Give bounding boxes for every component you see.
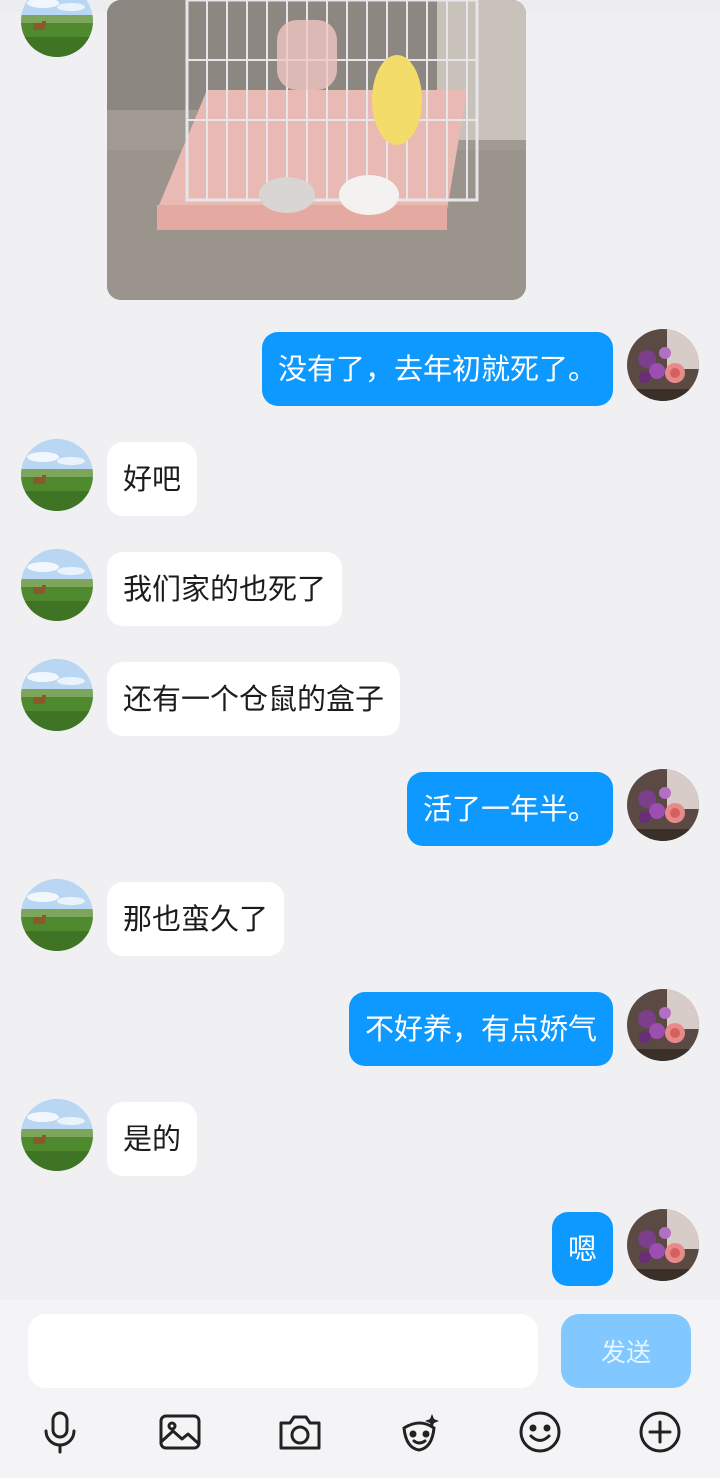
chat-area[interactable]: 没有了，去年初就死了。 好吧 我们家的也死了 还有一个仓鼠的盒子 活了一年半。 (0, 0, 720, 1300)
my-avatar[interactable] (627, 1209, 699, 1281)
contact-avatar[interactable] (21, 439, 93, 511)
message-bubble[interactable]: 活了一年半。 (406, 772, 613, 846)
contact-avatar[interactable] (21, 0, 93, 57)
contact-avatar[interactable] (21, 549, 93, 621)
send-button[interactable]: 发送 (561, 1314, 691, 1388)
contact-avatar[interactable] (21, 659, 93, 731)
contact-avatar[interactable] (21, 1099, 93, 1171)
camera-icon[interactable] (276, 1408, 324, 1456)
composer-bar: 发送 (0, 1300, 720, 1478)
my-avatar[interactable] (627, 769, 699, 841)
message-bubble[interactable]: 不好养，有点娇气 (348, 992, 613, 1066)
message-bubble[interactable]: 没有了，去年初就死了。 (261, 332, 613, 406)
message-input[interactable] (28, 1314, 538, 1388)
emoji-icon[interactable] (516, 1408, 564, 1456)
message-bubble[interactable]: 还有一个仓鼠的盒子 (107, 662, 401, 736)
plus-icon[interactable] (636, 1408, 684, 1456)
my-avatar[interactable] (627, 329, 699, 401)
message-bubble[interactable]: 好吧 (107, 442, 198, 516)
message-bubble[interactable]: 我们家的也死了 (107, 552, 343, 626)
message-bubble[interactable]: 那也蛮久了 (107, 882, 285, 956)
hamster-cage-photo[interactable] (107, 0, 526, 300)
image-icon[interactable] (156, 1408, 204, 1456)
contact-avatar[interactable] (21, 879, 93, 951)
message-bubble[interactable]: 是的 (107, 1102, 198, 1176)
microphone-icon[interactable] (36, 1408, 84, 1456)
message-bubble[interactable]: 嗯 (551, 1212, 613, 1286)
my-avatar[interactable] (627, 989, 699, 1061)
sticker-icon[interactable] (396, 1408, 444, 1456)
